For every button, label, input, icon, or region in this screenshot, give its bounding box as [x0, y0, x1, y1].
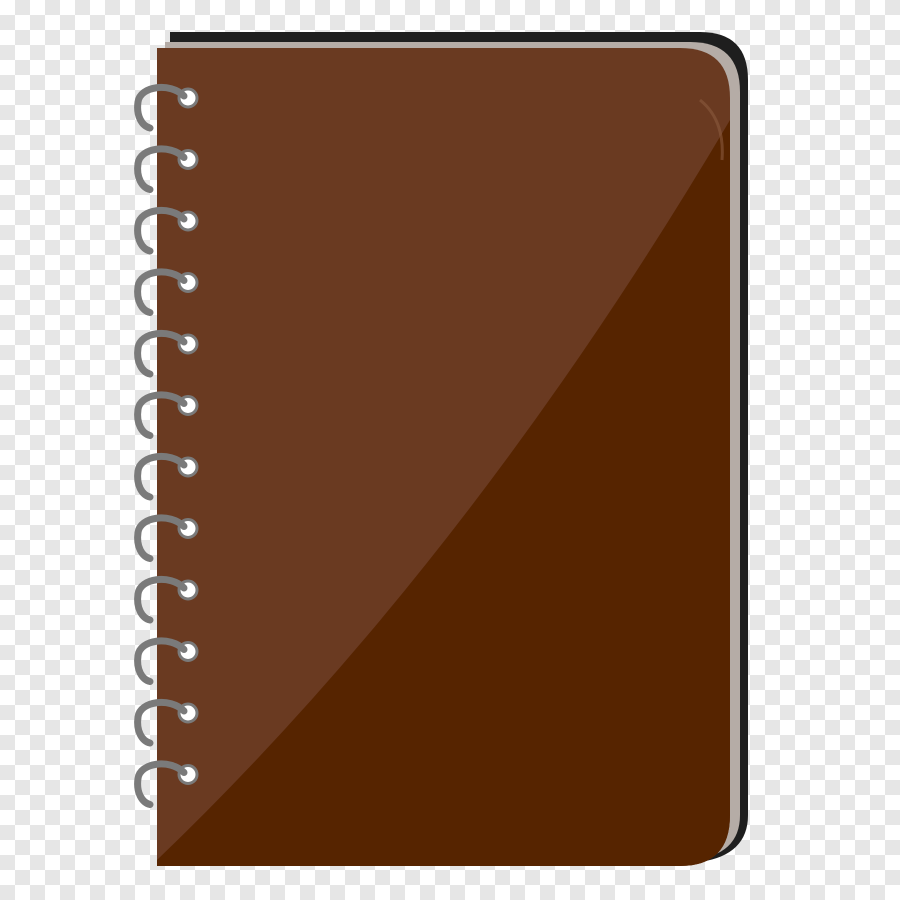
transparent-background [0, 0, 900, 900]
spiral-notebook-icon [134, 32, 748, 866]
